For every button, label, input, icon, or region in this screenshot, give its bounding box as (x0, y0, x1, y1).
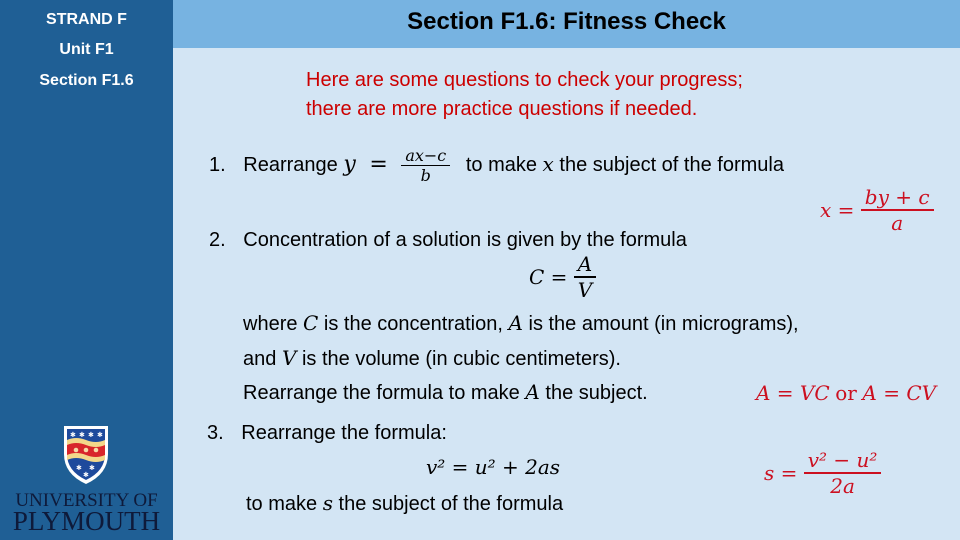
intro-line-1: Here are some questions to check your pr… (306, 69, 743, 91)
answer-3: s = v² − u² 2a (764, 448, 882, 498)
svg-text:✱: ✱ (76, 464, 82, 472)
header-bar: Section F1.6: Fitness Check (173, 0, 960, 48)
answer-1: x = by + c a (820, 185, 934, 235)
svg-text:✱: ✱ (83, 471, 89, 479)
university-crest-icon: ✱ ✱ ✱ ✱ ✱ ✱✱ (64, 426, 108, 484)
answer-2: A = VC or A = CV (756, 381, 937, 405)
svg-text:✱: ✱ (70, 431, 76, 439)
svg-text:✱: ✱ (97, 431, 103, 439)
q1-fraction: ax−c b (401, 146, 451, 185)
q2-line-1: where C is the concentration, A is the a… (243, 311, 799, 335)
intro-line-2: there are more practice questions if nee… (306, 98, 698, 120)
section-label: Section F1.6 (39, 72, 134, 89)
svg-text:✱: ✱ (89, 464, 95, 472)
question-number: 3. (207, 422, 224, 444)
q3-formula: v² = u² + 2as (426, 455, 561, 479)
svg-text:✱: ✱ (79, 431, 85, 439)
strand-label: STRAND F (46, 11, 127, 28)
sidebar: STRAND F Unit F1 Section F1.6 ✱ ✱ ✱ ✱ ✱ ✱ ✱ U… (0, 0, 173, 540)
question-3: 3. Rearrange the formula: (207, 422, 447, 444)
page-title: Section F1.6: Fitness Check (407, 8, 726, 35)
question-2: 2. Concentration of a solution is given … (209, 229, 687, 251)
intro-text: Here are some questions to check your pr… (306, 66, 743, 124)
unit-label: Unit F1 (59, 41, 114, 58)
question-number: 2. (209, 229, 226, 251)
q2-formula: C = A V (529, 252, 597, 302)
q3-line: to make s the subject of the formula (246, 491, 564, 515)
question-1: 1. Rearrange y = ax−c b to make x the su… (209, 146, 784, 185)
logo-line2: PLYMOUTH (12, 506, 161, 536)
question-number: 1. (209, 153, 226, 176)
q2-line-2: and V is the volume (in cubic centimeter… (243, 346, 621, 370)
svg-text:✱: ✱ (88, 431, 94, 439)
q2-line-3: Rearrange the formula to make A the subj… (243, 380, 648, 404)
